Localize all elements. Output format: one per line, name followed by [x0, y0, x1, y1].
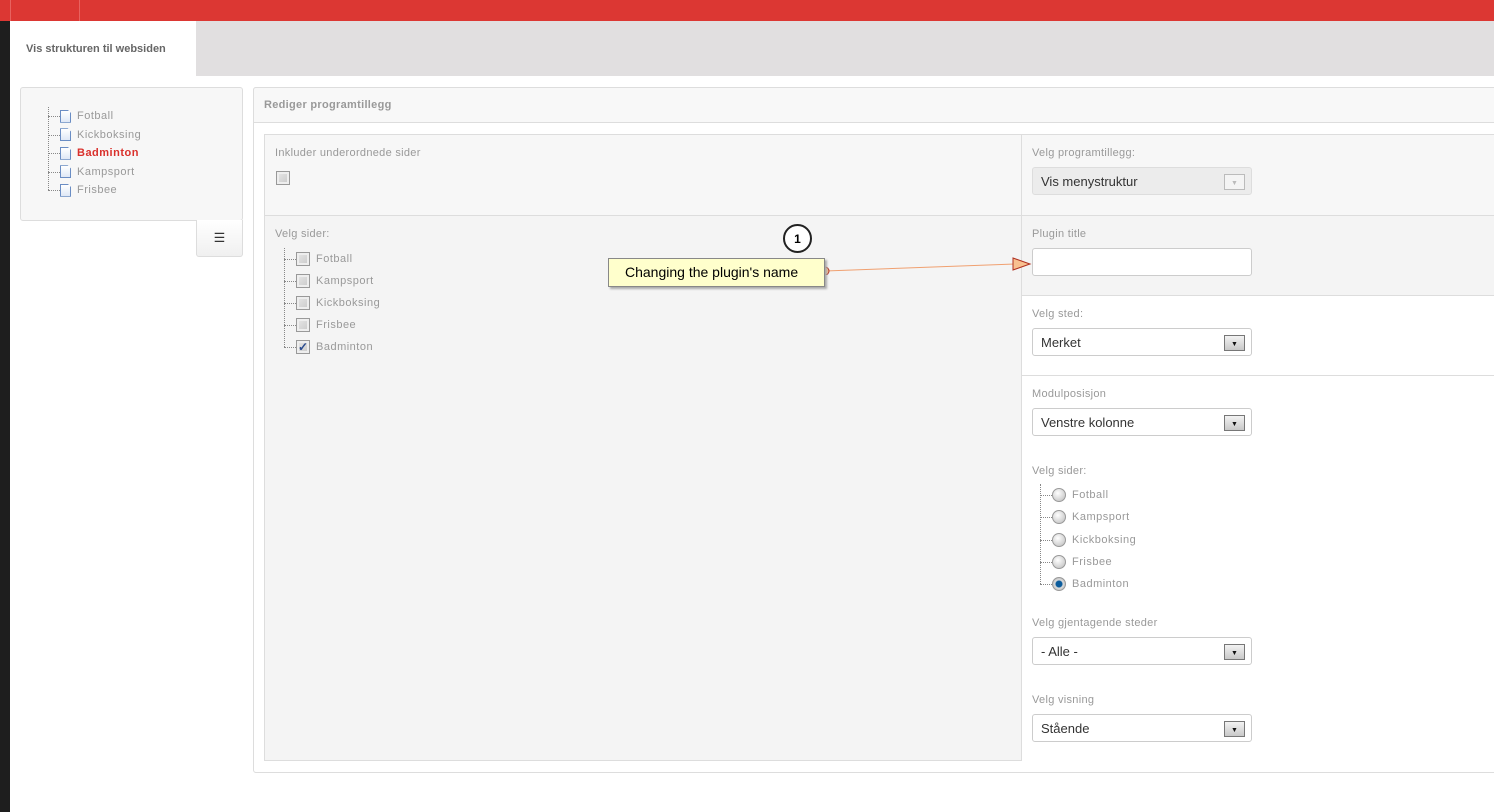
annotation-arrow	[820, 257, 1032, 275]
annotation-callout: Changing the plugin's name	[608, 258, 825, 287]
position-select-value: Venstre kolonne	[1041, 415, 1135, 430]
chevron-down-icon: ▼	[1224, 644, 1245, 660]
tree-item[interactable]: Fotball	[48, 107, 141, 126]
list-icon: ☰	[213, 230, 226, 245]
page-icon	[60, 183, 71, 197]
tree-item[interactable]: Badminton	[1040, 573, 1136, 595]
page-checkbox[interactable]	[296, 252, 310, 266]
tree-item-label: Kampsport	[316, 275, 374, 287]
tree-item[interactable]: Kickboksing	[1040, 529, 1136, 551]
repeat-select[interactable]: - Alle - ▼	[1032, 637, 1252, 665]
position-cell: Modulposisjon Venstre kolonne ▼ Velg side…	[1022, 376, 1494, 761]
side-strip	[0, 21, 10, 812]
pages-checkbox-tree: Fotball Kampsport Kickboksing Frisbee ✓ Badmi…	[284, 248, 380, 358]
chevron-down-icon: ▼	[1224, 174, 1245, 190]
include-children-checkbox[interactable]	[276, 171, 290, 185]
page-checkbox[interactable]	[296, 274, 310, 288]
tree-item[interactable]: Kampsport	[284, 270, 380, 292]
page-radio[interactable]	[1052, 555, 1066, 570]
tree-item[interactable]: Fotball	[1040, 484, 1136, 506]
plugin-title-cell: Plugin title	[1022, 216, 1494, 296]
chevron-down-icon: ▼	[1224, 721, 1245, 737]
view-label: Velg visning	[1032, 694, 1095, 706]
include-children-label: Inkluder underordnede sider	[275, 147, 421, 159]
tree-item[interactable]: Kampsport	[48, 163, 141, 182]
place-label: Velg sted:	[1032, 308, 1084, 320]
page-radio[interactable]	[1052, 577, 1066, 592]
tree-item[interactable]: Kickboksing	[48, 126, 141, 145]
radio-pages-label: Velg sider:	[1032, 465, 1087, 477]
tree-item-label: Badminton	[77, 147, 139, 160]
place-select-value: Merket	[1041, 335, 1081, 350]
plugin-select[interactable]: Vis menystruktur ▼	[1032, 167, 1252, 195]
tree-item-label: Badminton	[1072, 578, 1130, 591]
plugin-select-value: Vis menystruktur	[1041, 174, 1138, 189]
tree-item-label: Badminton	[316, 341, 374, 353]
tree-item-label: Frisbee	[77, 184, 118, 197]
tab-bar	[10, 21, 1494, 76]
page-checkbox[interactable]	[296, 318, 310, 332]
tree-item-label: Frisbee	[316, 319, 357, 331]
page-checkbox[interactable]: ✓	[296, 340, 310, 354]
tree-item-label: Kickboksing	[1072, 533, 1137, 546]
plugin-title-label: Plugin title	[1032, 228, 1087, 240]
place-select[interactable]: Merket ▼	[1032, 328, 1252, 356]
tree-item[interactable]: ✓ Badminton	[284, 336, 380, 358]
annotation-number-badge: 1	[783, 224, 812, 253]
tree-item[interactable]: Frisbee	[1040, 551, 1136, 573]
page-radio[interactable]	[1052, 532, 1066, 547]
place-cell: Velg sted: Merket ▼	[1022, 296, 1494, 376]
tree-item-label: Fotball	[1072, 489, 1109, 502]
page-radio[interactable]	[1052, 488, 1066, 503]
tree-item-label: Fotball	[77, 110, 114, 123]
tree-item[interactable]: Frisbee	[48, 181, 141, 200]
tree-item[interactable]: Kampsport	[1040, 506, 1136, 528]
tree-item-label: Kampsport	[77, 165, 135, 178]
tree-item-label: Kickboksing	[316, 297, 381, 309]
page-icon	[60, 128, 71, 142]
plugin-title-input[interactable]	[1032, 248, 1252, 276]
tree-item[interactable]: Badminton	[48, 144, 141, 163]
position-select[interactable]: Venstre kolonne ▼	[1032, 408, 1252, 436]
tree-item-label: Kickboksing	[77, 128, 142, 141]
repeat-select-value: - Alle -	[1041, 644, 1078, 659]
site-tree: Fotball Kickboksing Badminton Kampsport Fris…	[48, 107, 141, 200]
tree-item[interactable]: Kickboksing	[284, 292, 380, 314]
repeat-label: Velg gjentagende steder	[1032, 617, 1158, 629]
chevron-down-icon: ▼	[1224, 415, 1245, 431]
plugin-select-cell: Velg programtillegg: Vis menystruktur ▼	[1022, 135, 1494, 216]
page-checkbox[interactable]	[296, 296, 310, 310]
position-label: Modulposisjon	[1032, 388, 1107, 400]
tab-site-structure[interactable]: Vis strukturen til websiden	[10, 21, 196, 76]
pages-radio-tree: Fotball Kampsport Kickboksing Frisbee Badmin…	[1040, 484, 1136, 595]
include-children-cell: Inkluder underordnede sider	[265, 135, 1022, 216]
panel-title: Rediger programtillegg	[253, 87, 1494, 123]
chevron-down-icon: ▼	[1224, 335, 1245, 351]
top-bar	[0, 0, 1494, 21]
page-radio[interactable]	[1052, 510, 1066, 525]
pages-label: Velg sider:	[275, 228, 330, 240]
plugin-form: Inkluder underordnede sider Velg sider: …	[264, 134, 1494, 761]
page-icon	[60, 165, 71, 179]
plugin-select-label: Velg programtillegg:	[1032, 147, 1136, 159]
tree-item-label: Fotball	[316, 253, 353, 265]
view-select[interactable]: Stående ▼	[1032, 714, 1252, 742]
page-icon	[60, 109, 71, 123]
tree-item-label: Kampsport	[1072, 511, 1130, 524]
list-toggle-button[interactable]: ☰	[196, 220, 243, 257]
view-select-value: Stående	[1041, 721, 1090, 736]
tree-item[interactable]: Frisbee	[284, 314, 380, 336]
page-icon	[60, 146, 71, 160]
site-tree-panel: Fotball Kickboksing Badminton Kampsport Fris…	[20, 87, 243, 221]
tree-item[interactable]: Fotball	[284, 248, 380, 270]
tree-item-label: Frisbee	[1072, 556, 1113, 569]
